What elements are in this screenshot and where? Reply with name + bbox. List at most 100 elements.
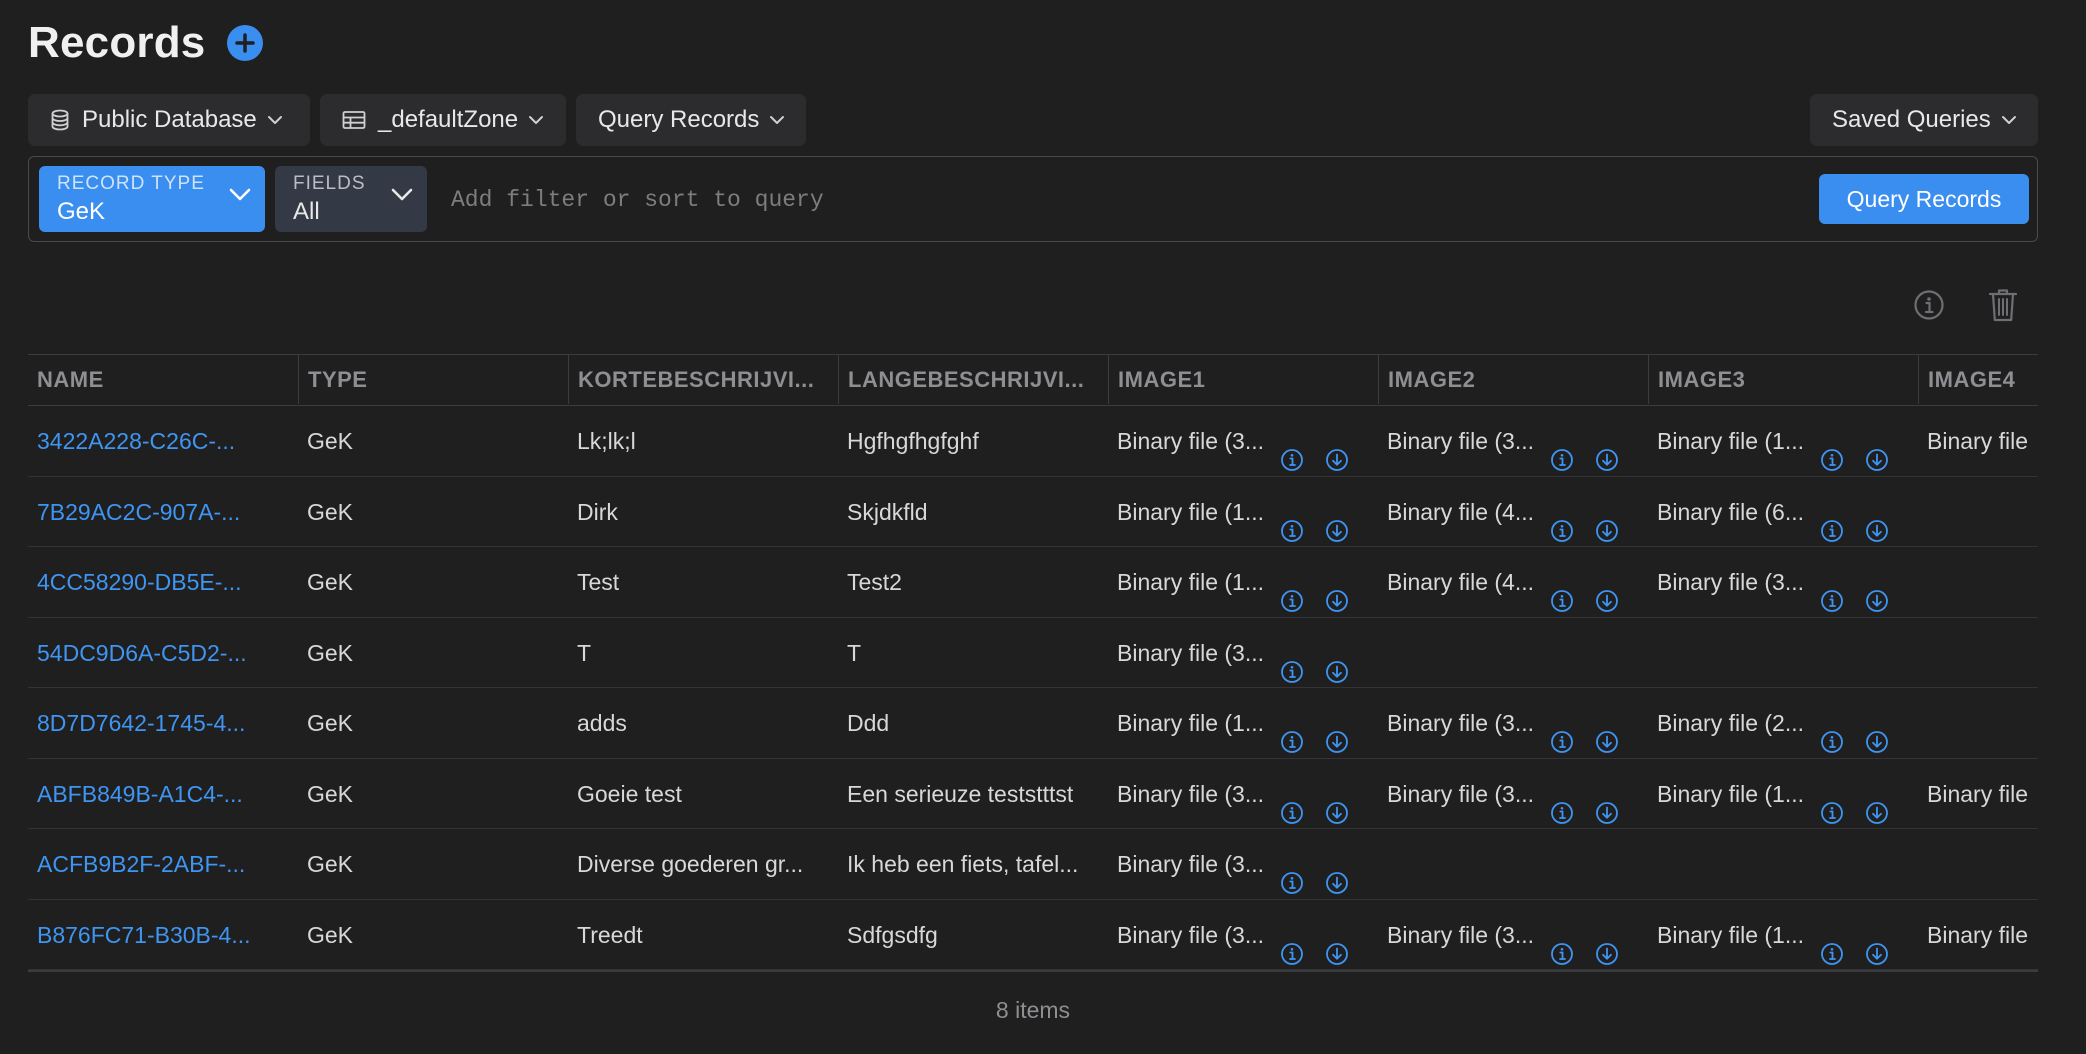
fields-selector[interactable]: FIELDS All <box>275 166 427 232</box>
column-header-image3[interactable]: IMAGE3 <box>1648 355 1918 404</box>
cell-type-text: GeK <box>307 428 354 454</box>
cell-kortebeschrijving-text: Treedt <box>577 921 643 948</box>
cell-name-text[interactable]: ACFB9B2F-2ABF-... <box>37 829 245 899</box>
record-type-value: GeK <box>57 198 106 225</box>
cell-image3-text: Binary file (1... <box>1657 921 1804 948</box>
download-icon[interactable] <box>1865 782 1889 829</box>
info-icon[interactable] <box>1550 500 1574 547</box>
info-icon[interactable] <box>1280 429 1304 476</box>
info-icon[interactable] <box>1820 923 1844 970</box>
download-icon[interactable] <box>1325 852 1349 899</box>
info-icon[interactable] <box>1550 923 1574 970</box>
table-row[interactable]: ABFB849B-A1C4-... GeK Goeie test Een serieu… <box>28 759 2038 829</box>
download-icon[interactable] <box>1325 500 1349 547</box>
download-icon[interactable] <box>1865 570 1889 617</box>
chevron-down-icon <box>229 188 251 207</box>
column-header-name[interactable]: NAME <box>28 355 298 404</box>
download-icon[interactable] <box>1325 429 1349 476</box>
cell-image4: Binary file <box>1918 900 2038 970</box>
download-icon[interactable] <box>1865 429 1889 476</box>
info-icon[interactable] <box>1280 570 1304 617</box>
query-records-button[interactable]: Query Records <box>1819 174 2029 224</box>
add-record-button[interactable] <box>227 25 264 61</box>
cell-image4-text: Binary file <box>1927 780 2028 807</box>
cell-name-text[interactable]: 54DC9D6A-C5D2-... <box>37 618 247 688</box>
cell-image1: Binary file (1... <box>1108 547 1378 617</box>
download-icon[interactable] <box>1595 570 1619 617</box>
column-header-type[interactable]: TYPE <box>298 355 568 404</box>
info-icon[interactable] <box>1280 852 1304 899</box>
query-type-selector[interactable]: Query Records <box>576 94 806 146</box>
table-row[interactable]: 3422A228-C26C-... GeK Lk;lk;l Hgfhgfhgfghf B… <box>28 406 2038 477</box>
table-row[interactable]: B876FC71-B30B-4... GeK Treedt Sdfgsdfg Binar… <box>28 900 2038 970</box>
download-icon[interactable] <box>1325 782 1349 829</box>
cell-kortebeschrijving-text: Goeie test <box>577 780 682 807</box>
download-icon[interactable] <box>1595 711 1619 758</box>
info-icon[interactable] <box>1820 711 1844 758</box>
info-icon[interactable] <box>1820 429 1844 476</box>
cell-kortebeschrijving: T <box>568 618 838 688</box>
info-icon[interactable] <box>1550 570 1574 617</box>
database-selector-label: Public Database <box>82 106 257 133</box>
cell-image3 <box>1648 618 1918 688</box>
cell-name-text[interactable]: B876FC71-B30B-4... <box>37 900 251 970</box>
cell-name-text[interactable]: 4CC58290-DB5E-... <box>37 547 242 617</box>
cell-name: 54DC9D6A-C5D2-... <box>28 618 298 688</box>
info-icon[interactable] <box>1820 500 1844 547</box>
cell-image1-text: Binary file (1... <box>1117 498 1264 525</box>
cell-name: 8D7D7642-1745-4... <box>28 688 298 758</box>
column-header-image4[interactable]: IMAGE4 <box>1918 355 2038 404</box>
column-header-image2[interactable]: IMAGE2 <box>1378 355 1648 404</box>
download-icon[interactable] <box>1595 429 1619 476</box>
info-icon[interactable] <box>1913 289 1945 326</box>
table-row[interactable]: 7B29AC2C-907A-... GeK Dirk Skjdkfld Binary f… <box>28 477 2038 547</box>
record-type-selector[interactable]: RECORD TYPE GeK <box>39 166 265 232</box>
download-icon[interactable] <box>1865 500 1889 547</box>
column-header-kortebeschrijving[interactable]: KORTEBESCHRIJVI... <box>568 355 838 404</box>
cell-image3-text: Binary file (6... <box>1657 498 1804 525</box>
cell-image3: Binary file (3... <box>1648 547 1918 617</box>
info-icon[interactable] <box>1550 711 1574 758</box>
download-icon[interactable] <box>1865 923 1889 970</box>
table-row[interactable]: 54DC9D6A-C5D2-... GeK T T Binary file (3... <box>28 618 2038 688</box>
title-row: Records <box>28 18 264 68</box>
download-icon[interactable] <box>1325 711 1349 758</box>
download-icon[interactable] <box>1595 782 1619 829</box>
info-icon[interactable] <box>1550 782 1574 829</box>
cell-kortebeschrijving: Dirk <box>568 477 838 547</box>
filter-input[interactable] <box>449 177 1803 223</box>
table-row[interactable]: ACFB9B2F-2ABF-... GeK Diverse goederen gr.… <box>28 829 2038 900</box>
info-icon[interactable] <box>1280 923 1304 970</box>
info-icon[interactable] <box>1280 782 1304 829</box>
column-header-langebeschrijving[interactable]: LANGEBESCHRIJVI... <box>838 355 1108 404</box>
cell-name-text[interactable]: ABFB849B-A1C4-... <box>37 759 243 829</box>
info-icon[interactable] <box>1280 641 1304 688</box>
cell-name-text[interactable]: 3422A228-C26C-... <box>37 406 235 476</box>
cell-langebeschrijving: Skjdkfld <box>838 477 1108 547</box>
info-icon[interactable] <box>1280 500 1304 547</box>
download-icon[interactable] <box>1325 570 1349 617</box>
cell-image1-text: Binary file (1... <box>1117 710 1264 736</box>
info-icon[interactable] <box>1280 711 1304 758</box>
table-row[interactable]: 8D7D7642-1745-4... GeK adds Ddd Binary file … <box>28 688 2038 759</box>
download-icon[interactable] <box>1325 641 1349 688</box>
info-icon[interactable] <box>1820 570 1844 617</box>
column-header-image1[interactable]: IMAGE1 <box>1108 355 1378 404</box>
info-icon[interactable] <box>1550 429 1574 476</box>
database-selector[interactable]: Public Database <box>28 94 310 146</box>
trash-icon[interactable] <box>1988 287 2018 328</box>
download-icon[interactable] <box>1595 500 1619 547</box>
download-icon[interactable] <box>1595 923 1619 970</box>
download-icon[interactable] <box>1865 711 1889 758</box>
cell-kortebeschrijving: Goeie test <box>568 759 838 829</box>
cell-name-text[interactable]: 8D7D7642-1745-4... <box>37 688 245 758</box>
download-icon[interactable] <box>1325 923 1349 970</box>
cell-type: GeK <box>298 547 568 617</box>
info-icon[interactable] <box>1820 782 1844 829</box>
table-row[interactable]: 4CC58290-DB5E-... GeK Test Test2 Binary file… <box>28 547 2038 618</box>
cell-image4: Binary file <box>1918 759 2038 829</box>
zone-selector[interactable]: _defaultZone <box>320 94 566 146</box>
cell-name-text[interactable]: 7B29AC2C-907A-... <box>37 477 240 547</box>
saved-queries-selector[interactable]: Saved Queries <box>1810 94 2038 146</box>
chevron-down-icon <box>2001 115 2017 125</box>
